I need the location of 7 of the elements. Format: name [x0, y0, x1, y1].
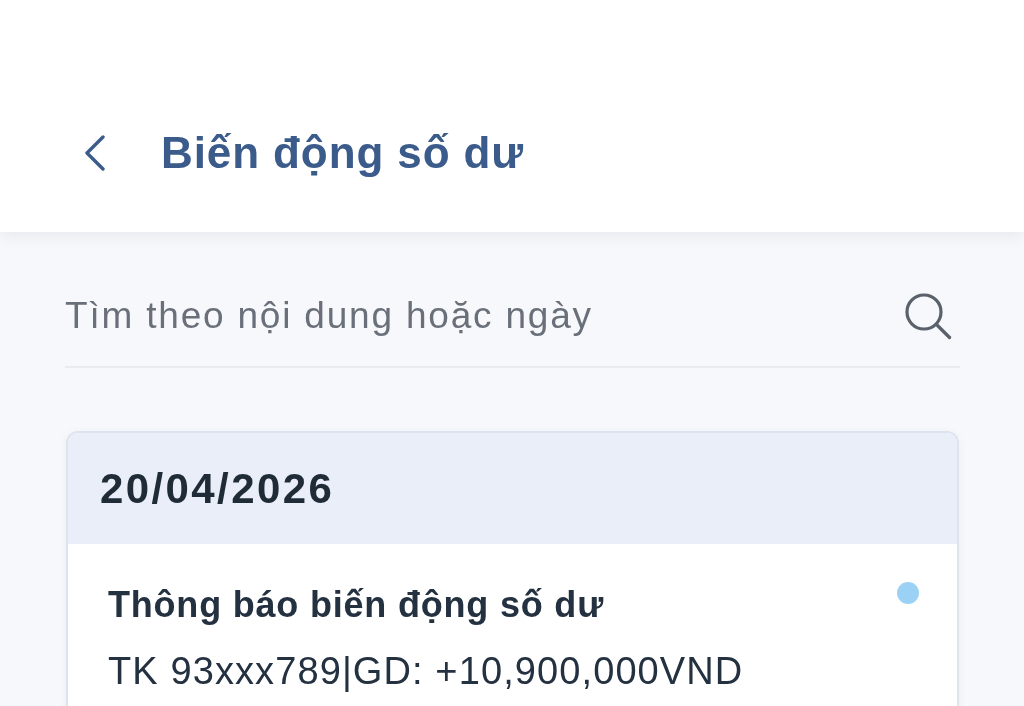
notification-text: TK 93xxx789|GD: +10,900,000VND [108, 650, 745, 693]
page-title: Biến động số dư [161, 128, 525, 178]
search-field[interactable]: Tìm theo nội dung hoặc ngày [65, 295, 904, 337]
chevron-left-icon [83, 135, 107, 171]
search-icon[interactable] [904, 292, 952, 340]
notification-title[interactable]: Thông báo biến động số dư [108, 584, 604, 626]
date-header: 20/04/2026 [68, 433, 957, 544]
